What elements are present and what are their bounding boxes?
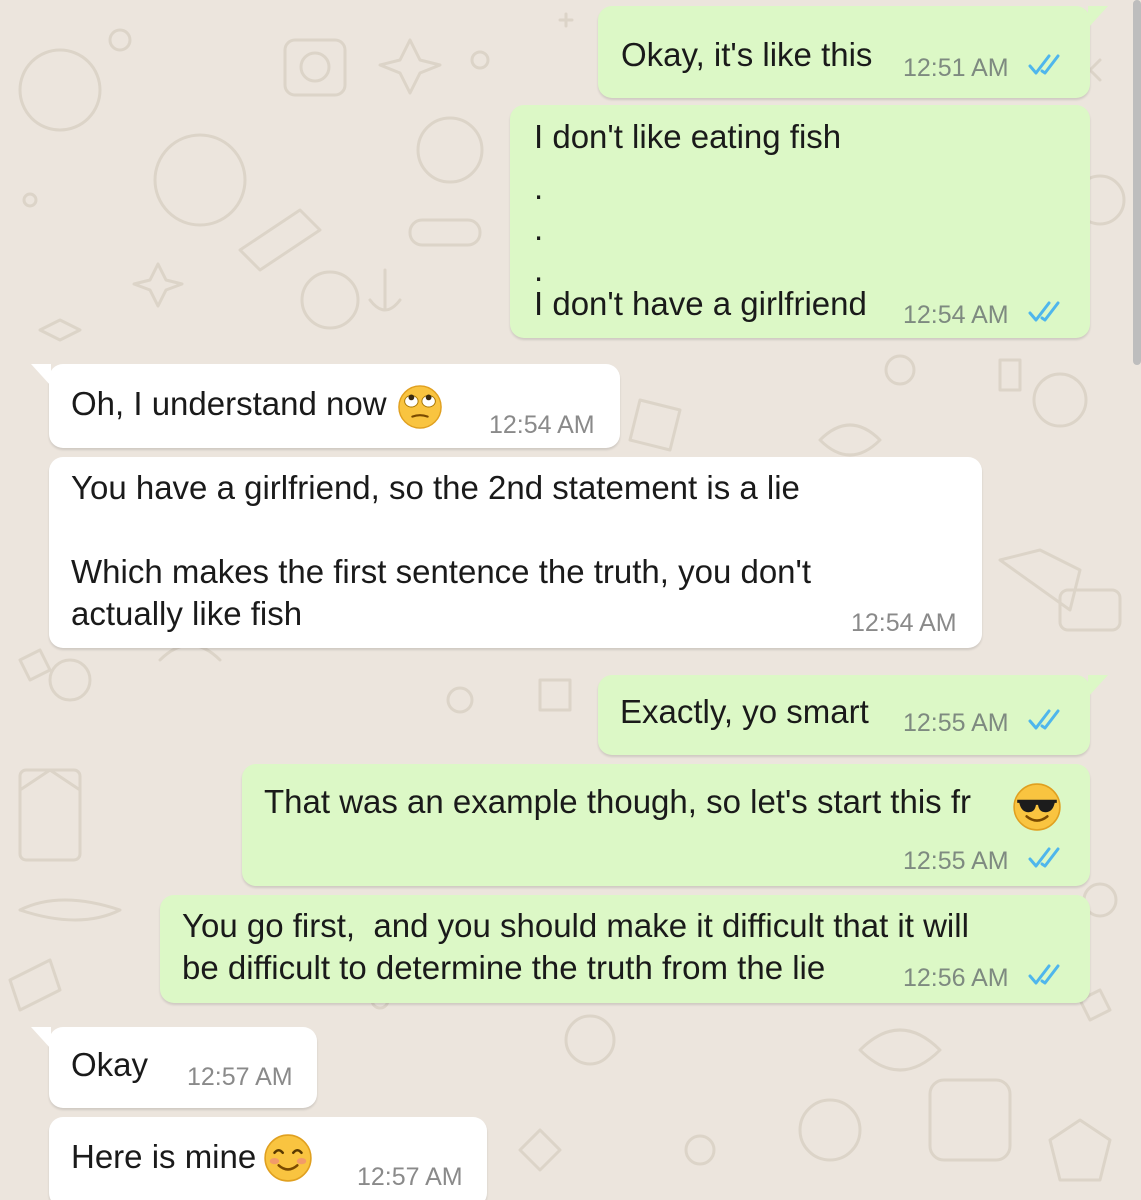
message-outgoing[interactable]: Okay, it's like this 12:51 AM [598, 6, 1108, 98]
message-text: That was an example though, so let's sta… [264, 783, 971, 820]
face-with-rolling-eyes-icon [398, 385, 442, 429]
message-timestamp: 12:54 AM [489, 411, 595, 439]
scrollbar[interactable] [1133, 0, 1141, 365]
message-incoming[interactable]: You have a girlfriend, so the 2nd statem… [49, 457, 982, 648]
message-timestamp: 12:54 AM [903, 301, 1009, 329]
message-outgoing[interactable]: I don't like eating fish . . . I don't h… [510, 105, 1090, 338]
message-text: You have a girlfriend, so the 2nd statem… [71, 469, 800, 506]
message-incoming[interactable]: Okay 12:57 AM [31, 1027, 317, 1108]
message-text: I don't have a girlfriend [534, 285, 867, 322]
double-check-read-icon [1028, 709, 1060, 730]
message-timestamp: 12:57 AM [357, 1163, 463, 1191]
message-timestamp: 12:51 AM [903, 54, 1009, 82]
message-text: Which makes the first sentence the truth… [71, 553, 812, 590]
message-timestamp: 12:54 AM [851, 609, 957, 637]
message-text: Okay [71, 1046, 149, 1083]
double-check-read-icon [1028, 964, 1060, 985]
chat-area[interactable]: Okay, it's like this 12:51 AM I don't li… [0, 0, 1141, 1200]
message-outgoing[interactable]: That was an example though, so let's sta… [242, 764, 1090, 886]
message-timestamp: 12:56 AM [903, 964, 1009, 992]
message-text: You go first, and you should make it dif… [182, 907, 969, 944]
message-text: I don't like eating fish [534, 118, 842, 155]
double-check-read-icon [1028, 301, 1060, 322]
message-incoming[interactable]: Oh, I understand now 12:54 AM [31, 364, 620, 448]
message-outgoing[interactable]: Exactly, yo smart 12:55 AM [598, 675, 1108, 755]
message-text: . [534, 169, 544, 206]
message-text: actually like fish [71, 595, 303, 632]
message-outgoing[interactable]: You go first, and you should make it dif… [160, 895, 1090, 1003]
message-timestamp: 12:55 AM [903, 847, 1009, 875]
message-text: Here is mine [71, 1138, 257, 1175]
message-incoming[interactable]: Here is mine 12:57 AM [49, 1117, 487, 1200]
message-text: Okay, it's like this [621, 36, 873, 73]
message-text: Oh, I understand now [71, 385, 387, 422]
message-timestamp: 12:57 AM [187, 1063, 293, 1091]
message-text: Exactly, yo smart [620, 693, 869, 730]
smiling-face-with-smiling-eyes-icon [264, 1134, 312, 1182]
double-check-read-icon [1028, 847, 1060, 868]
message-timestamp: 12:55 AM [903, 709, 1009, 737]
smiling-face-with-sunglasses-icon [1013, 783, 1061, 831]
double-check-read-icon [1028, 54, 1060, 75]
message-text: be difficult to determine the truth from… [182, 949, 826, 986]
message-text: . [534, 210, 544, 247]
